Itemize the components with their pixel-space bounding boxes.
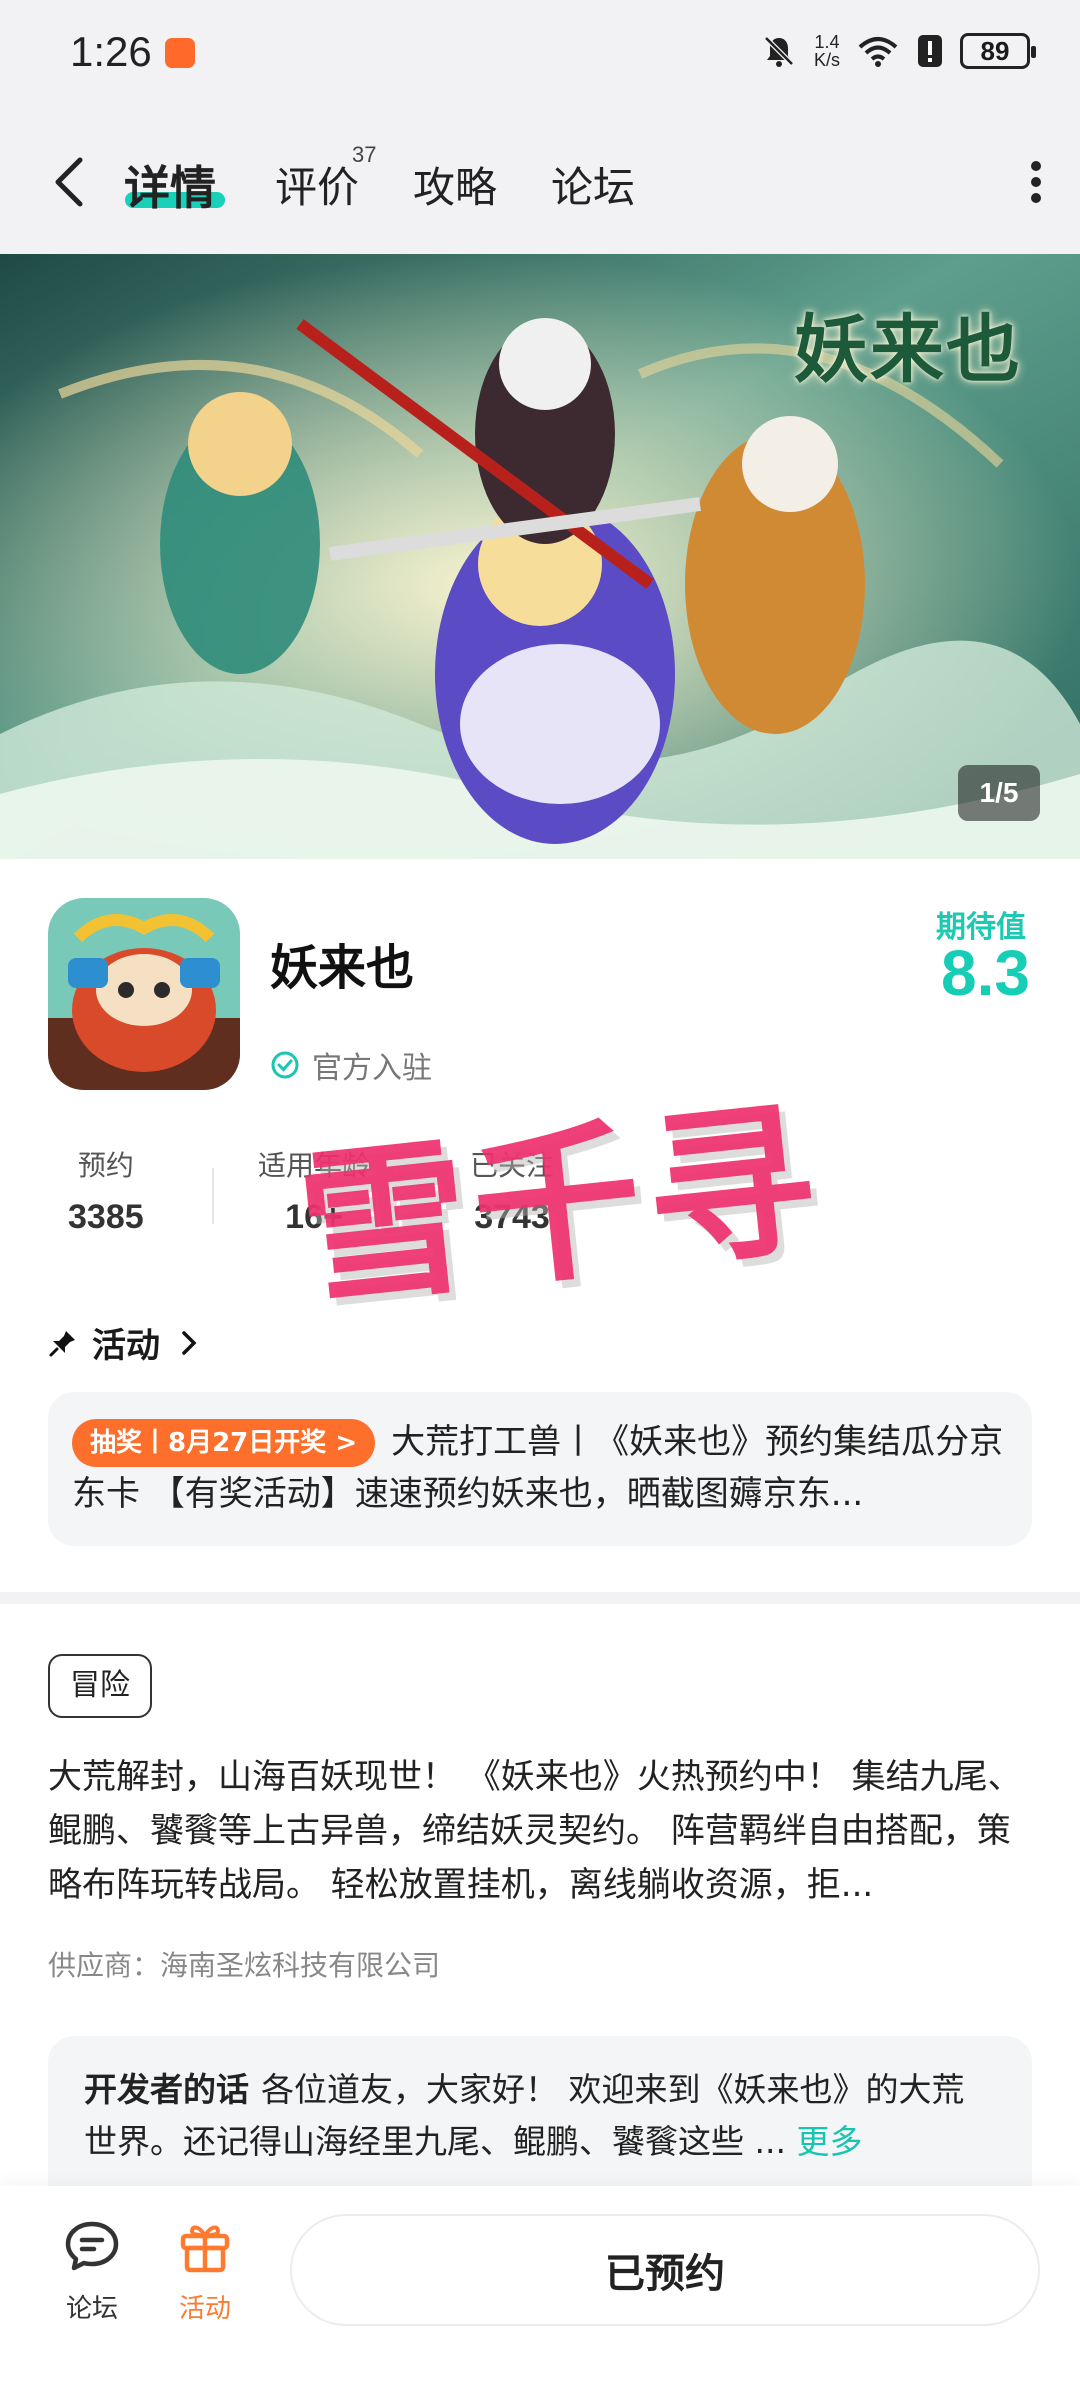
pin-icon bbox=[49, 1330, 75, 1356]
gift-icon bbox=[180, 2225, 230, 2273]
game-logo: 妖来也 bbox=[794, 307, 1022, 393]
stat-reservations: 预约 3385 bbox=[68, 1144, 144, 1237]
wifi-icon bbox=[858, 37, 898, 67]
bottom-activity-button[interactable]: 活动 bbox=[160, 2216, 250, 2325]
tab-reviews[interactable]: 评价 bbox=[275, 154, 359, 215]
lottery-badge: 抽奖丨8月27日开奖 > bbox=[72, 1419, 376, 1467]
back-arrow-icon[interactable] bbox=[50, 152, 90, 212]
status-time: 1:26 bbox=[70, 28, 152, 75]
tab-guides[interactable]: 攻略 bbox=[413, 154, 497, 215]
activity-card[interactable]: 抽奖丨8月27日开奖 > 大荒打工兽丨《妖来也》预约集结瓜分京东卡 【有奖活动】速… bbox=[48, 1392, 1032, 1546]
stat-value: 3385 bbox=[68, 1198, 144, 1236]
developer-note-label: 开发者的话 bbox=[84, 2070, 249, 2109]
bottom-activity-label: 活动 bbox=[178, 2294, 231, 2324]
mute-bell-icon bbox=[764, 36, 794, 67]
status-indicators: 1.4 K/s 89 bbox=[760, 32, 1036, 70]
battery-indicator: 89 bbox=[960, 33, 1036, 69]
notification-app-icon bbox=[165, 38, 195, 68]
more-options-icon[interactable] bbox=[1030, 160, 1042, 204]
stat-label: 预约 bbox=[77, 1149, 134, 1182]
activity-section-title: 活动 bbox=[92, 1326, 160, 1366]
expectation-score: 8.3 bbox=[941, 937, 1030, 1009]
network-speed-unit: K/s bbox=[813, 50, 840, 70]
network-speed-value: 1.4 bbox=[814, 32, 840, 52]
developer-note-more-link[interactable]: 更多 bbox=[796, 2122, 862, 2161]
chevron-right-icon bbox=[182, 1330, 197, 1355]
tab-forum[interactable]: 论坛 bbox=[551, 154, 635, 215]
watermark-overlay: 雪千寻 bbox=[290, 1081, 831, 1331]
game-app-icon bbox=[48, 898, 240, 1090]
reserved-button[interactable]: 已预约 bbox=[290, 2214, 1040, 2326]
supplier-info: 供应商：海南圣炫科技有限公司 bbox=[48, 1949, 441, 1982]
bottom-forum-button[interactable]: 论坛 bbox=[47, 2216, 137, 2325]
reviews-count-badge: 37 bbox=[352, 142, 377, 167]
stat-divider bbox=[212, 1168, 214, 1224]
bottom-action-bar: 论坛 活动 已预约 bbox=[0, 2186, 1080, 2403]
carousel-counter: 1/5 bbox=[958, 765, 1040, 821]
bottom-forum-label: 论坛 bbox=[65, 2294, 118, 2324]
game-description[interactable]: 大荒解封，山海百妖现世！ 《妖来也》火热预约中！ 集结九尾、鲲鹏、饕餮等上古异兽… bbox=[48, 1750, 1034, 1912]
genre-tag[interactable]: 冒险 bbox=[48, 1654, 152, 1718]
alert-icon bbox=[918, 35, 942, 67]
screenshot-carousel[interactable]: 妖来也 1/5 bbox=[0, 254, 1080, 859]
section-divider bbox=[0, 1592, 1080, 1604]
activity-section-header[interactable]: 活动 bbox=[48, 1318, 204, 1367]
developer-note-card[interactable]: 开发者的话 各位道友，大家好！ 欢迎来到《妖来也》的大荒世界。还记得山海经里九尾、… bbox=[48, 2036, 1032, 2206]
official-label: 官方入驻 bbox=[312, 1051, 432, 1086]
official-badge: 官方入驻 bbox=[270, 1043, 432, 1087]
verified-check-icon bbox=[271, 1051, 299, 1079]
game-title: 妖来也 bbox=[270, 940, 415, 996]
tab-details[interactable]: 详情 bbox=[124, 152, 216, 218]
forum-chat-icon bbox=[65, 2221, 119, 2271]
detail-nav-bar: 详情 评价 37 攻略 论坛 bbox=[0, 110, 1080, 254]
network-speed: 1.4 K/s bbox=[814, 33, 840, 69]
game-detail-page: 1:26 1.4 K/s 89 详情 评价 37 攻略 论坛 妖来也 1/5 妖… bbox=[0, 0, 1080, 2403]
status-bar: 1:26 1.4 K/s 89 bbox=[0, 0, 1080, 110]
activity-content: 抽奖丨8月27日开奖 > 大荒打工兽丨《妖来也》预约集结瓜分京东卡 【有奖活动】速… bbox=[72, 1416, 1008, 1520]
